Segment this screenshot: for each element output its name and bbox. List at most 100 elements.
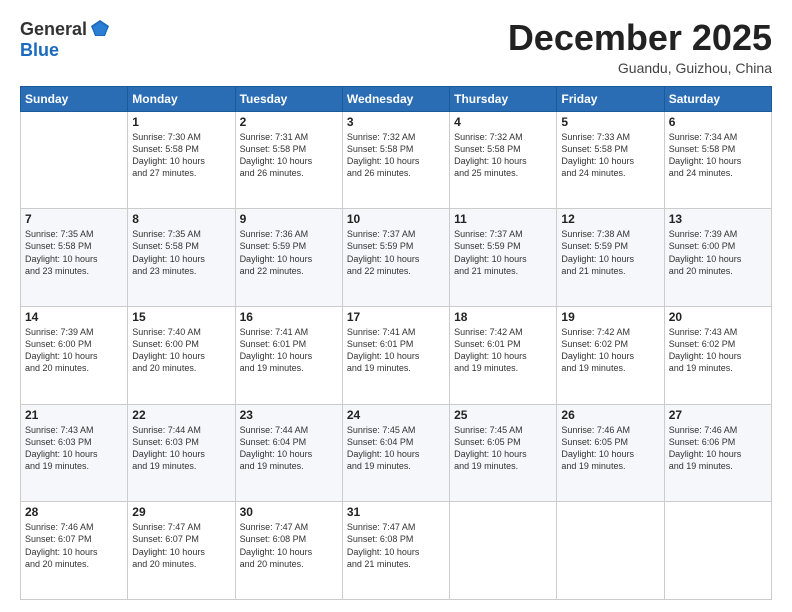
- calendar-cell: 18 Sunrise: 7:42 AM Sunset: 6:01 PM Dayli…: [450, 306, 557, 404]
- cell-info: Sunrise: 7:30 AM Sunset: 5:58 PM Dayligh…: [132, 131, 230, 180]
- calendar-cell: 19 Sunrise: 7:42 AM Sunset: 6:02 PM Dayli…: [557, 306, 664, 404]
- month-title: December 2025: [508, 18, 772, 58]
- day-header-sunday: Sunday: [21, 86, 128, 111]
- day-number: 1: [132, 115, 230, 129]
- day-number: 11: [454, 212, 552, 226]
- logo-flag-icon: [89, 18, 111, 40]
- calendar-cell: 4Sunrise: 7:32 AM Sunset: 5:58 PM Daylig…: [450, 111, 557, 209]
- day-header-saturday: Saturday: [664, 86, 771, 111]
- title-block: December 2025 Guandu, Guizhou, China: [508, 18, 772, 76]
- logo: General Blue: [20, 18, 111, 61]
- logo-blue: Blue: [20, 40, 59, 60]
- week-row-4: 21Sunrise: 7:43 AM Sunset: 6:03 PM Dayli…: [21, 404, 772, 502]
- calendar-cell: 1 Sunrise: 7:30 AM Sunset: 5:58 PM Daylig…: [128, 111, 235, 209]
- calendar-cell: 2Sunrise: 7:31 AM Sunset: 5:58 PM Daylig…: [235, 111, 342, 209]
- day-number: 13: [669, 212, 767, 226]
- calendar-cell: 29 Sunrise: 7:47 AM Sunset: 6:07 PM Dayli…: [128, 502, 235, 600]
- cell-info: Sunrise: 7:41 AM Sunset: 6:01 PM Dayligh…: [347, 326, 445, 375]
- cell-info: Sunrise: 7:46 AM Sunset: 6:07 PM Dayligh…: [25, 521, 123, 570]
- cell-info: Sunrise: 7:32 AM Sunset: 5:58 PM Dayligh…: [347, 131, 445, 180]
- calendar-table: SundayMondayTuesdayWednesdayThursdayFrid…: [20, 86, 772, 600]
- cell-info: Sunrise: 7:31 AM Sunset: 5:58 PM Dayligh…: [240, 131, 338, 180]
- day-number: 28: [25, 505, 123, 519]
- calendar-cell: 25Sunrise: 7:45 AM Sunset: 6:05 PM Dayli…: [450, 404, 557, 502]
- day-number: 22: [132, 408, 230, 422]
- day-number: 19: [561, 310, 659, 324]
- cell-info: Sunrise: 7:44 AM Sunset: 6:04 PM Dayligh…: [240, 424, 338, 473]
- calendar-cell: 11 Sunrise: 7:37 AM Sunset: 5:59 PM Dayli…: [450, 209, 557, 307]
- day-number: 31: [347, 505, 445, 519]
- calendar-cell: 5 Sunrise: 7:33 AM Sunset: 5:58 PM Daylig…: [557, 111, 664, 209]
- day-number: 23: [240, 408, 338, 422]
- day-number: 7: [25, 212, 123, 226]
- cell-info: Sunrise: 7:39 AM Sunset: 6:00 PM Dayligh…: [25, 326, 123, 375]
- header: General Blue December 2025 Guandu, Guizh…: [20, 18, 772, 76]
- calendar-cell: 23 Sunrise: 7:44 AM Sunset: 6:04 PM Dayli…: [235, 404, 342, 502]
- day-number: 17: [347, 310, 445, 324]
- cell-info: Sunrise: 7:43 AM Sunset: 6:02 PM Dayligh…: [669, 326, 767, 375]
- cell-info: Sunrise: 7:37 AM Sunset: 5:59 PM Dayligh…: [347, 228, 445, 277]
- day-header-thursday: Thursday: [450, 86, 557, 111]
- cell-info: Sunrise: 7:41 AM Sunset: 6:01 PM Dayligh…: [240, 326, 338, 375]
- calendar-cell: [450, 502, 557, 600]
- cell-info: Sunrise: 7:43 AM Sunset: 6:03 PM Dayligh…: [25, 424, 123, 473]
- calendar-cell: 10 Sunrise: 7:37 AM Sunset: 5:59 PM Dayli…: [342, 209, 449, 307]
- cell-info: Sunrise: 7:36 AM Sunset: 5:59 PM Dayligh…: [240, 228, 338, 277]
- cell-info: Sunrise: 7:42 AM Sunset: 6:01 PM Dayligh…: [454, 326, 552, 375]
- calendar-cell: 24 Sunrise: 7:45 AM Sunset: 6:04 PM Dayli…: [342, 404, 449, 502]
- calendar-cell: [557, 502, 664, 600]
- day-number: 3: [347, 115, 445, 129]
- day-header-friday: Friday: [557, 86, 664, 111]
- calendar-cell: 20 Sunrise: 7:43 AM Sunset: 6:02 PM Dayli…: [664, 306, 771, 404]
- calendar-cell: 17 Sunrise: 7:41 AM Sunset: 6:01 PM Dayli…: [342, 306, 449, 404]
- calendar-cell: 30 Sunrise: 7:47 AM Sunset: 6:08 PM Dayli…: [235, 502, 342, 600]
- calendar-cell: 9 Sunrise: 7:36 AM Sunset: 5:59 PM Daylig…: [235, 209, 342, 307]
- cell-info: Sunrise: 7:40 AM Sunset: 6:00 PM Dayligh…: [132, 326, 230, 375]
- calendar-cell: 6 Sunrise: 7:34 AM Sunset: 5:58 PM Daylig…: [664, 111, 771, 209]
- calendar-cell: 8Sunrise: 7:35 AM Sunset: 5:58 PM Daylig…: [128, 209, 235, 307]
- day-number: 29: [132, 505, 230, 519]
- calendar-cell: 31 Sunrise: 7:47 AM Sunset: 6:08 PM Dayli…: [342, 502, 449, 600]
- day-number: 16: [240, 310, 338, 324]
- calendar-cell: 15Sunrise: 7:40 AM Sunset: 6:00 PM Dayli…: [128, 306, 235, 404]
- cell-info: Sunrise: 7:33 AM Sunset: 5:58 PM Dayligh…: [561, 131, 659, 180]
- day-number: 30: [240, 505, 338, 519]
- calendar-cell: 28 Sunrise: 7:46 AM Sunset: 6:07 PM Dayli…: [21, 502, 128, 600]
- day-number: 18: [454, 310, 552, 324]
- cell-info: Sunrise: 7:37 AM Sunset: 5:59 PM Dayligh…: [454, 228, 552, 277]
- day-number: 24: [347, 408, 445, 422]
- day-header-wednesday: Wednesday: [342, 86, 449, 111]
- cell-info: Sunrise: 7:46 AM Sunset: 6:05 PM Dayligh…: [561, 424, 659, 473]
- cell-info: Sunrise: 7:35 AM Sunset: 5:58 PM Dayligh…: [132, 228, 230, 277]
- day-number: 5: [561, 115, 659, 129]
- calendar-page: General Blue December 2025 Guandu, Guizh…: [0, 0, 792, 612]
- logo-general: General: [20, 19, 87, 40]
- cell-info: Sunrise: 7:47 AM Sunset: 6:08 PM Dayligh…: [240, 521, 338, 570]
- day-number: 14: [25, 310, 123, 324]
- calendar-header-row: SundayMondayTuesdayWednesdayThursdayFrid…: [21, 86, 772, 111]
- week-row-5: 28 Sunrise: 7:46 AM Sunset: 6:07 PM Dayli…: [21, 502, 772, 600]
- day-number: 12: [561, 212, 659, 226]
- day-number: 9: [240, 212, 338, 226]
- calendar-cell: 13 Sunrise: 7:39 AM Sunset: 6:00 PM Dayli…: [664, 209, 771, 307]
- cell-info: Sunrise: 7:39 AM Sunset: 6:00 PM Dayligh…: [669, 228, 767, 277]
- cell-info: Sunrise: 7:34 AM Sunset: 5:58 PM Dayligh…: [669, 131, 767, 180]
- day-number: 6: [669, 115, 767, 129]
- day-number: 26: [561, 408, 659, 422]
- calendar-cell: 26 Sunrise: 7:46 AM Sunset: 6:05 PM Dayli…: [557, 404, 664, 502]
- cell-info: Sunrise: 7:38 AM Sunset: 5:59 PM Dayligh…: [561, 228, 659, 277]
- cell-info: Sunrise: 7:47 AM Sunset: 6:07 PM Dayligh…: [132, 521, 230, 570]
- cell-info: Sunrise: 7:32 AM Sunset: 5:58 PM Dayligh…: [454, 131, 552, 180]
- day-number: 25: [454, 408, 552, 422]
- cell-info: Sunrise: 7:42 AM Sunset: 6:02 PM Dayligh…: [561, 326, 659, 375]
- calendar-cell: 7Sunrise: 7:35 AM Sunset: 5:58 PM Daylig…: [21, 209, 128, 307]
- calendar-cell: 14 Sunrise: 7:39 AM Sunset: 6:00 PM Dayli…: [21, 306, 128, 404]
- cell-info: Sunrise: 7:45 AM Sunset: 6:04 PM Dayligh…: [347, 424, 445, 473]
- calendar-cell: 21Sunrise: 7:43 AM Sunset: 6:03 PM Dayli…: [21, 404, 128, 502]
- week-row-3: 14 Sunrise: 7:39 AM Sunset: 6:00 PM Dayli…: [21, 306, 772, 404]
- day-number: 27: [669, 408, 767, 422]
- cell-info: Sunrise: 7:47 AM Sunset: 6:08 PM Dayligh…: [347, 521, 445, 570]
- calendar-cell: 16 Sunrise: 7:41 AM Sunset: 6:01 PM Dayli…: [235, 306, 342, 404]
- day-number: 10: [347, 212, 445, 226]
- day-number: 20: [669, 310, 767, 324]
